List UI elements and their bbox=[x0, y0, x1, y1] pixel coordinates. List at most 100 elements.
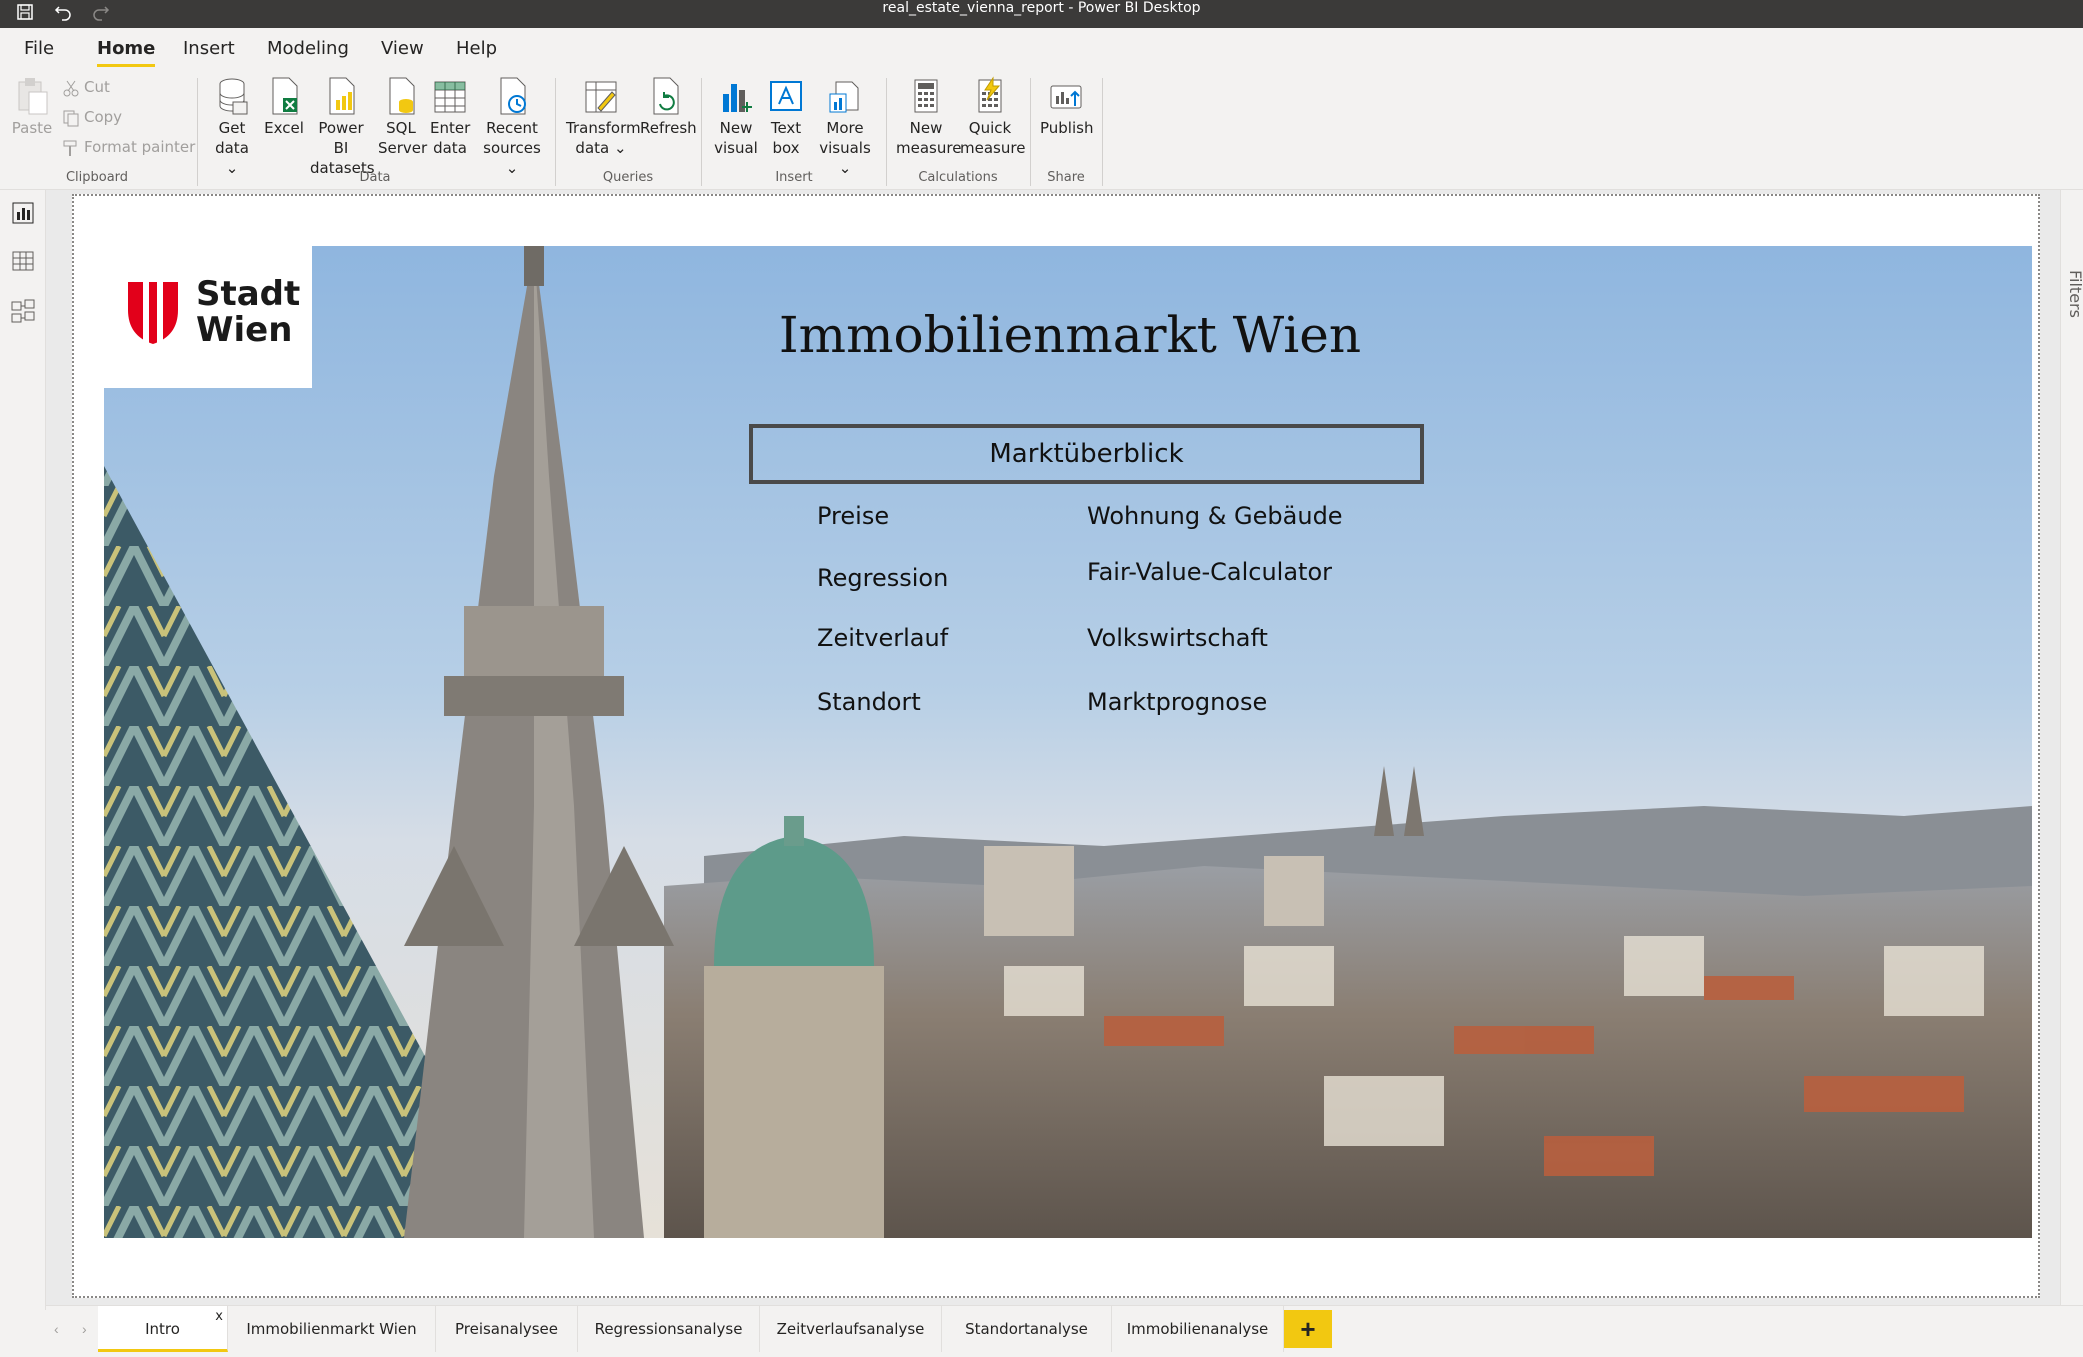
more-visuals-label-2-text: visuals bbox=[819, 139, 871, 157]
text-box-icon bbox=[770, 81, 802, 111]
paste-icon bbox=[18, 78, 48, 115]
text-box-label-1: Text bbox=[770, 119, 802, 137]
visuals-icon bbox=[829, 81, 859, 113]
filters-label[interactable]: Filters bbox=[2066, 270, 2083, 318]
text-box-button[interactable]: Text box bbox=[764, 76, 808, 158]
quick-calculator-icon bbox=[978, 76, 1002, 113]
menu-home[interactable]: Home bbox=[97, 38, 156, 67]
link-volkswirtschaft[interactable]: Volkswirtschaft bbox=[1087, 624, 1268, 652]
close-icon[interactable]: x bbox=[215, 1294, 223, 1340]
transform-label-2: data ⌄ bbox=[566, 138, 636, 158]
link-regression[interactable]: Regression bbox=[817, 564, 948, 592]
sql-label-2: Server bbox=[378, 139, 428, 157]
copy-label: Copy bbox=[84, 108, 123, 126]
menu-help[interactable]: Help bbox=[456, 38, 497, 59]
window-title: real_estate_vienna_report - Power BI Des… bbox=[882, 0, 1201, 16]
get-data-label-2-text: data bbox=[215, 139, 249, 157]
link-fair-value-calculator[interactable]: Fair-Value-Calculator bbox=[1087, 558, 1332, 586]
group-label-insert: Insert bbox=[775, 170, 813, 185]
database-icon bbox=[219, 78, 248, 115]
tab-standortanalyse[interactable]: Standortanalyse bbox=[942, 1306, 1112, 1352]
page-tabs: ‹ › Intro x Immobilienmarkt Wien Preisan… bbox=[46, 1305, 2083, 1357]
tab-preisanalysee[interactable]: Preisanalysee bbox=[436, 1306, 578, 1352]
enter-data-button[interactable]: Enter data bbox=[430, 76, 470, 158]
sql-label-1: SQL bbox=[386, 119, 416, 137]
refresh-button[interactable]: Refresh bbox=[640, 76, 697, 138]
ribbon-separator bbox=[197, 78, 198, 186]
tab-intro-label: Intro bbox=[145, 1320, 180, 1338]
link-preise[interactable]: Preise bbox=[817, 502, 889, 530]
recent-sources-button[interactable]: Recent sources ⌄ bbox=[480, 76, 544, 178]
pbi-datasets-label-1: Power BI bbox=[318, 119, 364, 157]
menu-view[interactable]: View bbox=[381, 38, 424, 59]
tab-scroll-right-icon[interactable]: › bbox=[82, 1306, 87, 1352]
tab-regressionsanalyse[interactable]: Regressionsanalyse bbox=[578, 1306, 760, 1352]
excel-button[interactable]: Excel bbox=[264, 76, 304, 138]
quick-measure-button[interactable]: Quick measure bbox=[960, 76, 1026, 158]
tab-intro[interactable]: Intro x bbox=[98, 1306, 228, 1352]
paste-button[interactable]: Paste bbox=[10, 76, 54, 138]
title-bar: real_estate_vienna_report - Power BI Des… bbox=[0, 0, 2083, 28]
publish-button[interactable]: Publish bbox=[1040, 76, 1094, 138]
group-label-share: Share bbox=[1047, 170, 1085, 185]
more-visuals-label-1: More bbox=[826, 119, 864, 137]
link-zeitverlauf[interactable]: Zeitverlauf bbox=[817, 624, 948, 652]
cut-label: Cut bbox=[84, 78, 110, 96]
ribbon-separator bbox=[886, 78, 887, 186]
logo-line-1: Stadt bbox=[196, 274, 301, 314]
publish-label: Publish bbox=[1040, 119, 1094, 137]
enter-data-label-1: Enter bbox=[430, 119, 471, 137]
model-view-icon[interactable] bbox=[10, 298, 36, 324]
group-label-data: Data bbox=[359, 170, 391, 185]
new-visual-button[interactable]: New visual bbox=[712, 76, 760, 158]
quick-measure-label-2: measure bbox=[960, 139, 1026, 157]
get-data-button[interactable]: Get data ⌄ bbox=[208, 76, 256, 178]
new-measure-button[interactable]: New measure bbox=[896, 76, 961, 158]
menu-modeling[interactable]: Modeling bbox=[267, 38, 349, 59]
link-marktprognose[interactable]: Marktprognose bbox=[1087, 688, 1267, 716]
paste-label: Paste bbox=[11, 119, 53, 137]
pbi-datasets-button[interactable]: Power BI datasets bbox=[310, 76, 375, 178]
overview-button[interactable]: Marktüberblick bbox=[749, 424, 1424, 484]
tab-zeitverlaufsanalyse[interactable]: Zeitverlaufsanalyse bbox=[760, 1306, 942, 1352]
brush-icon bbox=[63, 140, 77, 156]
format-painter-label: Format painter bbox=[84, 138, 196, 156]
publish-icon bbox=[1050, 85, 1082, 109]
link-wohnung-gebaeude[interactable]: Wohnung & Gebäude bbox=[1087, 502, 1343, 530]
logo-line-2: Wien bbox=[196, 310, 293, 350]
excel-icon bbox=[272, 77, 298, 115]
bar-chart-icon bbox=[723, 84, 752, 112]
more-visuals-button[interactable]: More visuals ⌄ bbox=[814, 76, 876, 178]
view-switcher bbox=[0, 190, 46, 1310]
report-view-icon[interactable] bbox=[10, 200, 36, 226]
quick-measure-label-1: Quick bbox=[968, 119, 1012, 137]
copy-button[interactable]: Copy bbox=[62, 108, 122, 127]
dataset-icon bbox=[329, 77, 355, 115]
data-view-icon[interactable] bbox=[10, 248, 36, 274]
link-standort[interactable]: Standort bbox=[817, 688, 921, 716]
tab-scroll-left-icon[interactable]: ‹ bbox=[54, 1306, 59, 1352]
text-box-label-2: box bbox=[772, 139, 800, 157]
group-label-queries: Queries bbox=[602, 170, 654, 185]
tab-immobilienmarkt-wien[interactable]: Immobilienmarkt Wien bbox=[228, 1306, 436, 1352]
format-painter-button[interactable]: Format painter bbox=[62, 138, 195, 157]
report-title: Immobilienmarkt Wien bbox=[778, 306, 1362, 364]
refresh-label: Refresh bbox=[640, 119, 697, 137]
refresh-icon bbox=[653, 77, 679, 115]
recent-label-1: Recent bbox=[486, 119, 538, 137]
menu-insert[interactable]: Insert bbox=[183, 38, 235, 59]
add-page-button[interactable]: + bbox=[1284, 1310, 1332, 1348]
cut-button[interactable]: Cut bbox=[62, 78, 110, 97]
recent-icon bbox=[500, 77, 526, 115]
sql-server-button[interactable]: SQL Server bbox=[378, 76, 428, 158]
group-label-calculations: Calculations bbox=[918, 170, 998, 185]
filters-pane[interactable] bbox=[2060, 190, 2083, 1310]
copy-icon bbox=[63, 110, 79, 126]
chevron-down-icon: ⌄ bbox=[614, 139, 627, 157]
transform-data-button[interactable]: Transform data ⌄ bbox=[566, 76, 641, 158]
menu-file[interactable]: File bbox=[24, 38, 54, 59]
ribbon-separator bbox=[1102, 78, 1103, 186]
wien-shield-icon bbox=[128, 282, 178, 344]
transform-label-1: Transform bbox=[566, 119, 641, 137]
tab-immobilienanalyse[interactable]: Immobilienanalyse bbox=[1112, 1306, 1284, 1352]
